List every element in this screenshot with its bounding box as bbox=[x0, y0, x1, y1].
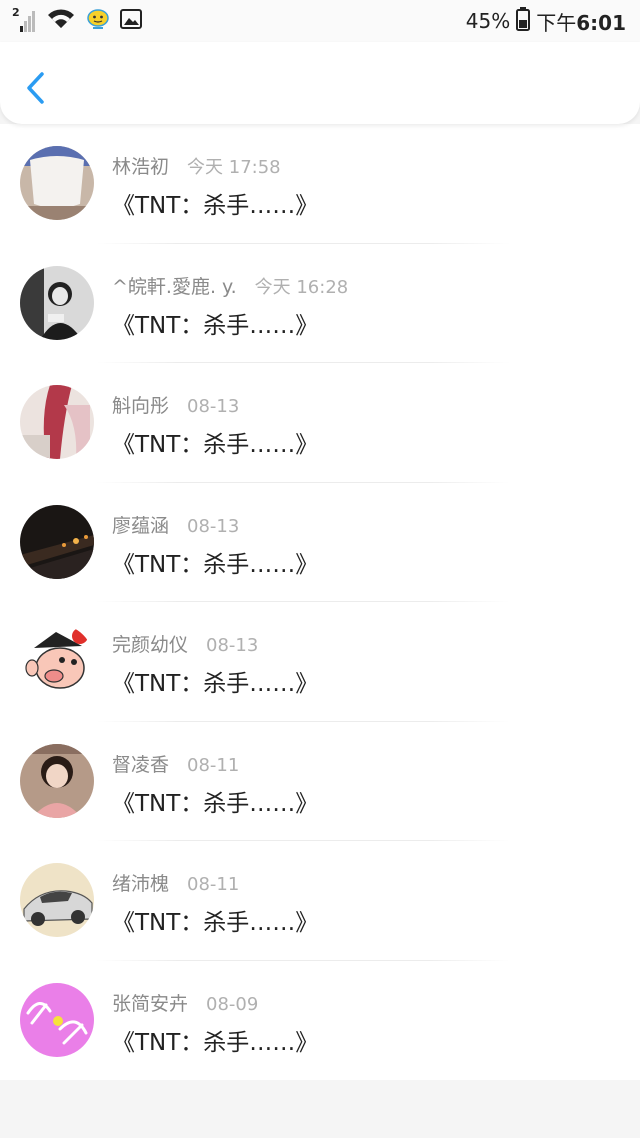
message-text: 《TNT：杀手……》 bbox=[112, 1029, 319, 1056]
message-time: 08-13 bbox=[187, 515, 240, 537]
wifi-icon bbox=[46, 8, 76, 34]
avatar[interactable] bbox=[20, 624, 94, 698]
battery-icon bbox=[516, 6, 531, 36]
battery-percent: 45% bbox=[465, 9, 511, 33]
message-item[interactable]: 督凌香 08-11 《TNT：杀手……》 bbox=[0, 722, 640, 841]
message-meta: 张简安卉 08-09 bbox=[112, 989, 258, 1016]
message-time: 08-09 bbox=[206, 993, 259, 1015]
signal-icon: 2 bbox=[12, 6, 36, 34]
image-icon bbox=[120, 9, 142, 33]
message-meta: 完颜幼仪 08-13 bbox=[112, 630, 258, 657]
message-item[interactable]: 绪沛槐 08-11 《TNT：杀手……》 bbox=[0, 841, 640, 961]
status-right: 45% 下午6:01 bbox=[465, 6, 640, 36]
status-left: 2 bbox=[0, 0, 142, 42]
sender-name: 绪沛槐 bbox=[112, 873, 170, 895]
message-text: 《TNT：杀手……》 bbox=[112, 790, 319, 817]
sender-name: 廖蕴涵 bbox=[112, 514, 170, 537]
avatar[interactable] bbox=[20, 146, 94, 220]
clock-prefix: 下午 bbox=[536, 10, 577, 35]
avatar[interactable] bbox=[20, 863, 94, 937]
message-item[interactable]: 张简安卉 08-09 《TNT：杀手……》 bbox=[0, 961, 640, 1081]
message-time: 08-13 bbox=[187, 396, 240, 417]
message-item[interactable]: 完颜幼仪 08-13 《TNT：杀手……》 bbox=[0, 602, 640, 722]
message-time: 08-13 bbox=[206, 635, 259, 656]
avatar[interactable] bbox=[20, 982, 94, 1057]
message-text: 《TNT：杀手……》 bbox=[112, 551, 319, 578]
sender-name: 斛向彤 bbox=[112, 395, 170, 417]
message-item[interactable]: 廖蕴涵 08-13 《TNT：杀手……》 bbox=[0, 483, 640, 602]
message-meta: ^皖軒.愛鹿. y. 今天 16:28 bbox=[112, 272, 348, 299]
status-bar: 2 45% 下午6:01 bbox=[0, 0, 640, 42]
clock: 下午6:01 bbox=[536, 7, 626, 36]
sender-name: 完颜幼仪 bbox=[112, 634, 189, 656]
message-text: 《TNT：杀手……》 bbox=[112, 910, 319, 936]
chevron-left-icon bbox=[27, 72, 44, 104]
sender-name: 张简安卉 bbox=[112, 992, 189, 1015]
sender-name: ^皖軒.愛鹿. y. bbox=[112, 275, 237, 298]
message-meta: 廖蕴涵 08-13 bbox=[112, 511, 239, 538]
message-item[interactable]: 林浩初 今天 17:58 《TNT：杀手……》 bbox=[0, 124, 640, 244]
message-time: 08-11 bbox=[187, 754, 240, 776]
clock-time: 6:01 bbox=[576, 10, 626, 35]
message-time: 今天 17:58 bbox=[187, 157, 281, 178]
message-meta: 斛向彤 08-13 bbox=[112, 391, 239, 418]
message-list: 林浩初 今天 17:58 《TNT：杀手……》 ^皖軒.愛鹿. y. 今天 16… bbox=[0, 124, 640, 1080]
message-time: 今天 16:28 bbox=[254, 276, 349, 298]
sender-name: 督凌香 bbox=[112, 753, 170, 776]
back-button[interactable] bbox=[18, 68, 52, 108]
top-bar bbox=[0, 42, 640, 124]
message-meta: 林浩初 今天 17:58 bbox=[112, 152, 281, 179]
avatar[interactable] bbox=[20, 265, 94, 340]
message-text: 《TNT：杀手……》 bbox=[112, 193, 319, 219]
sender-name: 林浩初 bbox=[112, 156, 170, 178]
message-time: 08-11 bbox=[187, 874, 240, 895]
message-text: 《TNT：杀手……》 bbox=[112, 671, 319, 697]
app-notification-icon bbox=[86, 7, 110, 35]
message-meta: 绪沛槐 08-11 bbox=[112, 869, 239, 896]
message-item[interactable]: ^皖軒.愛鹿. y. 今天 16:28 《TNT：杀手……》 bbox=[0, 244, 640, 363]
message-text: 《TNT：杀手……》 bbox=[112, 312, 319, 339]
avatar[interactable] bbox=[20, 385, 94, 459]
empty-area bbox=[0, 1080, 640, 1138]
avatar[interactable] bbox=[20, 743, 94, 818]
message-text: 《TNT：杀手……》 bbox=[112, 432, 319, 458]
avatar[interactable] bbox=[20, 504, 94, 579]
message-item[interactable]: 斛向彤 08-13 《TNT：杀手……》 bbox=[0, 363, 640, 483]
message-meta: 督凌香 08-11 bbox=[112, 750, 239, 777]
